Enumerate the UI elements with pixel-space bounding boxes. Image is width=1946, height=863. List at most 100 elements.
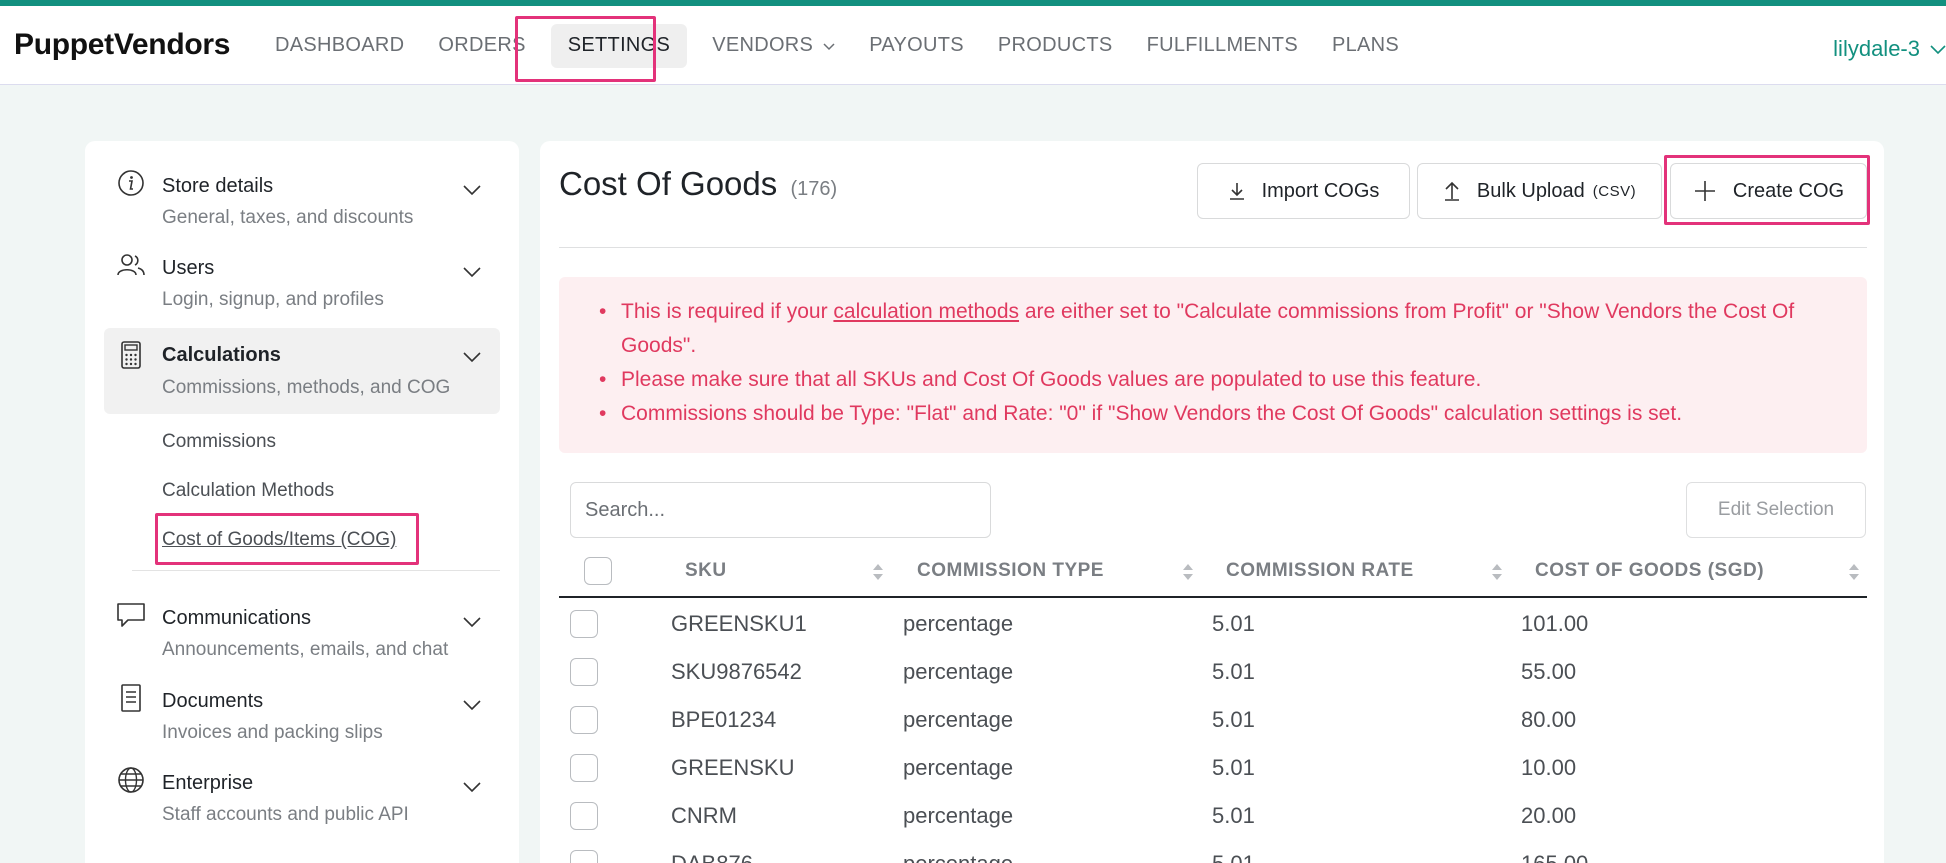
table-row[interactable]: GREENSKU1 percentage 5.01 101.00 <box>559 600 1867 648</box>
cell-commission-type: percentage <box>903 707 1014 732</box>
calculation-methods-link[interactable]: calculation methods <box>833 300 1019 323</box>
sort-icon[interactable] <box>1491 562 1503 582</box>
create-cog-button[interactable]: Create COG <box>1670 163 1867 219</box>
upload-icon <box>1444 181 1459 201</box>
header-divider <box>559 247 1867 248</box>
info-icon <box>118 170 144 196</box>
cell-commission-rate: 5.01 <box>1212 840 1255 863</box>
row-checkbox[interactable] <box>570 610 598 638</box>
chevron-down-icon <box>463 185 481 196</box>
cell-cost-of-goods: 20.00 <box>1521 803 1577 828</box>
nav-settings[interactable]: SETTINGS <box>550 23 688 68</box>
nav-orders[interactable]: ORDERS <box>421 24 542 68</box>
table-row[interactable]: DAB876 percentage 5.01 165.00 <box>559 840 1867 863</box>
nav-fulfillments[interactable]: FULFILLMENTS <box>1130 24 1315 68</box>
column-commission-rate[interactable]: COMMISSION RATE <box>1226 546 1414 596</box>
sidebar-item-communications[interactable]: Communications Announcements, emails, an… <box>104 593 500 673</box>
chat-icon <box>117 603 145 627</box>
sidebar-item-store-details[interactable]: Store details General, taxes, and discou… <box>104 161 500 241</box>
row-checkbox[interactable] <box>570 706 598 734</box>
cell-sku: CNRM <box>671 803 737 828</box>
document-icon <box>121 684 141 712</box>
notice-item: This is required if your calculation met… <box>599 295 1839 363</box>
sidebar-item-title: Users <box>162 257 215 279</box>
page-title-text: Cost Of Goods <box>559 165 778 202</box>
sidebar-item-enterprise[interactable]: Enterprise Staff accounts and public API <box>104 758 500 838</box>
nav-plans[interactable]: PLANS <box>1315 24 1416 68</box>
cell-commission-type: percentage <box>903 659 1014 684</box>
store-selector-label: lilydale-3 <box>1833 36 1920 61</box>
sidebar-item-users[interactable]: Users Login, signup, and profiles <box>104 243 500 323</box>
edit-selection-button[interactable]: Edit Selection <box>1686 482 1866 538</box>
sidebar-item-title: Communications <box>162 607 311 629</box>
row-checkbox[interactable] <box>570 658 598 686</box>
cell-cost-of-goods: 80.00 <box>1521 707 1577 732</box>
cell-commission-type: percentage <box>903 803 1014 828</box>
brand-logo[interactable]: PuppetVendors <box>14 28 230 62</box>
sidebar-item-calculations[interactable]: Calculations Commissions, methods, and C… <box>104 328 500 414</box>
row-checkbox[interactable] <box>570 802 598 830</box>
cell-sku: DAB876 <box>671 840 753 863</box>
sidebar-item-subtitle: Staff accounts and public API <box>162 804 409 825</box>
table-row[interactable]: CNRM percentage 5.01 20.00 <box>559 792 1867 840</box>
column-sku[interactable]: SKU <box>685 546 727 596</box>
sidebar-divider <box>132 570 500 571</box>
select-all-checkbox[interactable] <box>584 557 612 585</box>
sidebar-item-subtitle: Login, signup, and profiles <box>162 289 384 310</box>
cell-commission-type: percentage <box>903 840 1013 863</box>
notice-text: This is required if your <box>621 300 834 323</box>
table-row[interactable]: SKU9876542 percentage 5.01 55.00 <box>559 648 1867 696</box>
nav-vendors-label: VENDORS <box>712 34 814 56</box>
sidebar-link-cost-of-goods[interactable]: Cost of Goods/Items (COG) <box>162 529 396 551</box>
calculator-icon <box>121 341 141 369</box>
plus-icon <box>1694 181 1715 201</box>
table-row[interactable]: BPE01234 percentage 5.01 80.00 <box>559 696 1867 744</box>
cell-cost-of-goods: 10.00 <box>1521 755 1577 780</box>
users-icon <box>117 254 145 276</box>
import-cogs-button[interactable]: Import COGs <box>1197 163 1410 219</box>
main-nav: DASHBOARD ORDERS SETTINGS VENDORS PAYOUT… <box>258 6 1416 85</box>
sort-icon[interactable] <box>872 562 884 582</box>
sort-icon[interactable] <box>1848 562 1860 582</box>
cell-commission-rate: 5.01 <box>1212 659 1255 684</box>
cell-commission-rate: 5.01 <box>1212 755 1255 780</box>
create-cog-label: Create COG <box>1732 179 1845 202</box>
table-row[interactable]: GREENSKU percentage 5.01 10.00 <box>559 744 1867 792</box>
sidebar-item-subtitle: General, taxes, and discounts <box>162 207 414 228</box>
sidebar-item-title: Store details <box>162 175 274 197</box>
row-checkbox[interactable] <box>570 850 598 863</box>
bulk-upload-suffix: (CSV) <box>1592 182 1637 200</box>
row-checkbox[interactable] <box>570 754 598 782</box>
nav-products[interactable]: PRODUCTS <box>981 24 1130 68</box>
nav-payouts[interactable]: PAYOUTS <box>852 24 981 68</box>
sidebar-item-subtitle: Invoices and packing slips <box>162 722 383 743</box>
notice-item: Commissions should be Type: "Flat" and R… <box>599 397 1839 431</box>
sidebar-item-title: Calculations <box>162 344 281 366</box>
search-input[interactable] <box>570 482 991 538</box>
cell-commission-type: percentage <box>903 611 1014 636</box>
cell-commission-rate: 5.01 <box>1212 611 1255 636</box>
sort-icon[interactable] <box>1182 562 1194 582</box>
cell-cost-of-goods: 165.00 <box>1521 840 1588 863</box>
column-commission-type[interactable]: COMMISSION TYPE <box>917 546 1104 596</box>
store-selector[interactable]: lilydale-3 <box>1833 36 1946 62</box>
chevron-down-icon <box>463 352 481 363</box>
nav-vendors[interactable]: VENDORS <box>695 24 852 68</box>
download-icon <box>1229 183 1244 200</box>
import-cogs-label: Import COGs <box>1261 179 1380 202</box>
chevron-down-icon <box>823 42 835 50</box>
settings-sidebar: Store details General, taxes, and discou… <box>85 141 519 863</box>
notice-item: Please make sure that all SKUs and Cost … <box>599 363 1839 397</box>
table-header: SKU COMMISSION TYPE COMMISSION RATE COST… <box>559 546 1867 598</box>
nav-dashboard[interactable]: DASHBOARD <box>258 24 421 68</box>
cell-commission-rate: 5.01 <box>1212 707 1255 732</box>
cell-sku: GREENSKU1 <box>671 611 807 636</box>
column-cost-of-goods[interactable]: COST OF GOODS (SGD) <box>1535 546 1764 596</box>
sidebar-item-documents[interactable]: Documents Invoices and packing slips <box>104 676 500 756</box>
cell-sku: BPE01234 <box>671 707 777 732</box>
sidebar-link-calculation-methods[interactable]: Calculation Methods <box>162 480 334 502</box>
sidebar-link-commissions[interactable]: Commissions <box>162 431 276 453</box>
bulk-upload-button[interactable]: Bulk Upload (CSV) <box>1417 163 1662 219</box>
cell-sku: SKU9876542 <box>671 659 802 684</box>
top-header: PuppetVendors DASHBOARD ORDERS SETTINGS … <box>0 6 1946 85</box>
